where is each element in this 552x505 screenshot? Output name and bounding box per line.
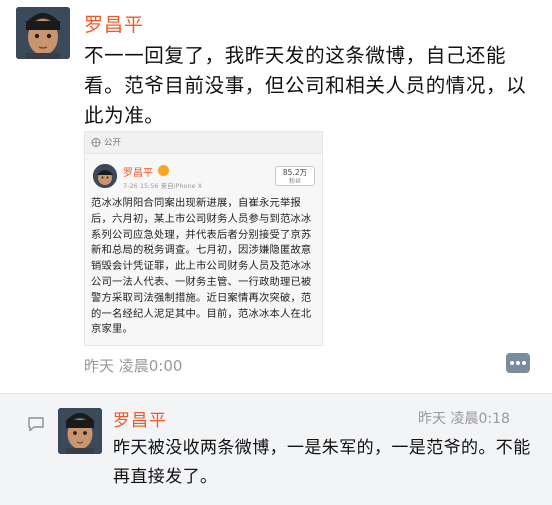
message-text: 昨天被没收两条微博，一是朱军的，一是范爷的。不能再直接发了。 (113, 438, 531, 487)
visibility-bar: 公开 (85, 132, 322, 154)
fans-count-badge: 85.2万 粉丝 (275, 166, 315, 186)
post-author-name: 罗昌平 (123, 168, 153, 179)
avatar-image (58, 408, 102, 454)
avatar-image (93, 164, 117, 188)
message-item-1: 罗昌平 不一一回复了，我昨天发的这条微博，自己还能看。范爷目前没事，但公司和相关… (0, 0, 552, 393)
fans-count: 85.2万 (282, 168, 308, 177)
more-options-icon[interactable] (506, 353, 530, 373)
avatar[interactable] (16, 7, 70, 59)
sender-name[interactable]: 罗昌平 (113, 406, 167, 431)
post-time: 7-26 15:56 来自iPhone X (123, 182, 203, 190)
post-body: 范冰冰阴阳合同案出现新进展，自崔永元举报后，六月初，某上市公司财务人员参与到范冰… (91, 197, 312, 336)
message-item-2: 罗昌平 昨天 凌晨0:18 昨天被没收两条微博，一是朱军的，一是范爷的。不能再直… (0, 393, 552, 505)
weibo-post-attachment[interactable]: 公开 罗昌平 7-26 15:56 来自iPhone X 85.2万 粉丝 范冰… (84, 131, 323, 346)
post-author-avatar (93, 164, 117, 188)
avatar[interactable] (58, 408, 102, 454)
avatar-image (16, 7, 70, 59)
globe-icon (91, 138, 101, 147)
message-time: 昨天 凌晨0:00 (84, 357, 183, 375)
message-time: 昨天 凌晨0:18 (418, 411, 510, 427)
message-text: 不一一回复了，我昨天发的这条微博，自己还能看。范爷目前没事，但公司和相关人员的情… (84, 44, 527, 127)
fans-label: 粉丝 (288, 178, 301, 185)
sender-name[interactable]: 罗昌平 (84, 10, 144, 37)
visibility-label: 公开 (104, 138, 122, 148)
comment-icon[interactable] (27, 416, 45, 432)
vip-badge-icon (158, 165, 169, 176)
